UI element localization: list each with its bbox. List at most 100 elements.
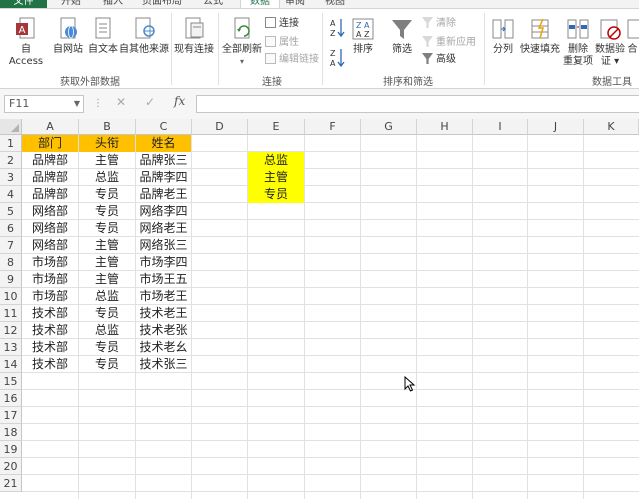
row-header-1[interactable]: 1	[0, 135, 22, 152]
table-cell[interactable]: 主管	[79, 271, 135, 288]
column-header-e[interactable]: E	[248, 119, 305, 135]
row-header-12[interactable]: 12	[0, 322, 22, 339]
table-cell[interactable]: 总监	[79, 322, 135, 339]
insert-function-button[interactable]: fx	[174, 94, 185, 108]
row-header-11[interactable]: 11	[0, 305, 22, 322]
tab-home[interactable]: 开始	[61, 0, 81, 8]
table-cell[interactable]: 品牌李四	[136, 169, 191, 186]
table-cell[interactable]: 主管	[79, 237, 135, 254]
existing-connections-button[interactable]: 现有连接	[172, 17, 216, 56]
row-header-15[interactable]: 15	[0, 373, 22, 390]
table-cell[interactable]: 技术老王	[136, 305, 191, 322]
clear-filter-button[interactable]: 清除	[422, 17, 456, 30]
column-header-d[interactable]: D	[192, 119, 248, 135]
tab-formulas[interactable]: 公式	[203, 0, 223, 8]
table-cell[interactable]: 网络部	[22, 203, 78, 220]
table-cell[interactable]: 市场老王	[136, 288, 191, 305]
row-header-9[interactable]: 9	[0, 271, 22, 288]
sort-button[interactable]: Z A A Z 排序	[349, 17, 377, 56]
from-text-button[interactable]: 自文本	[85, 17, 121, 56]
column-header-g[interactable]: G	[361, 119, 417, 135]
select-all-button[interactable]	[0, 119, 22, 135]
row-header-19[interactable]: 19	[0, 441, 22, 458]
row-header-8[interactable]: 8	[0, 254, 22, 271]
table-cell[interactable]: 技术部	[22, 322, 78, 339]
from-access-button[interactable]: A 自 Access	[3, 17, 49, 68]
row-header-20[interactable]: 20	[0, 458, 22, 475]
table-cell[interactable]: 总监	[79, 169, 135, 186]
table-cell[interactable]: 网络部	[22, 220, 78, 237]
table-cell[interactable]: 主管	[79, 152, 135, 169]
edit-links-button[interactable]: 编辑链接	[265, 53, 319, 66]
sort-za-button[interactable]: Z A	[328, 47, 348, 73]
row-header-18[interactable]: 18	[0, 424, 22, 441]
tab-insert[interactable]: 插入	[103, 0, 123, 8]
column-header-j[interactable]: J	[528, 119, 584, 135]
row-header-14[interactable]: 14	[0, 356, 22, 373]
column-header-h[interactable]: H	[417, 119, 473, 135]
refresh-all-button[interactable]: 全部刷新 ▾	[220, 17, 264, 68]
table-cell[interactable]: 网络张三	[136, 237, 191, 254]
row-header-10[interactable]: 10	[0, 288, 22, 305]
table-cell[interactable]: 市场王五	[136, 271, 191, 288]
reapply-button[interactable]: 重新应用	[422, 36, 476, 49]
table-cell[interactable]: 市场部	[22, 271, 78, 288]
table-cell[interactable]: 网络李四	[136, 203, 191, 220]
column-header-k[interactable]: K	[584, 119, 639, 135]
table-cell[interactable]: 主管	[79, 254, 135, 271]
table-cell[interactable]: 专员	[79, 220, 135, 237]
sort-az-button[interactable]: A Z	[328, 17, 348, 43]
column-header-b[interactable]: B	[79, 119, 136, 135]
title-list-cell[interactable]: 专员	[248, 186, 304, 203]
formula-input[interactable]	[196, 95, 639, 113]
table-cell[interactable]: 总监	[79, 288, 135, 305]
tab-data[interactable]: 数据	[240, 0, 280, 8]
table-header-cell[interactable]: 头衔	[79, 135, 135, 152]
advanced-filter-button[interactable]: 高级	[422, 53, 456, 66]
table-cell[interactable]: 专员	[79, 339, 135, 356]
table-header-cell[interactable]: 姓名	[136, 135, 191, 152]
table-cell[interactable]: 网络部	[22, 237, 78, 254]
tab-review[interactable]: 审阅	[285, 0, 305, 8]
row-header-7[interactable]: 7	[0, 237, 22, 254]
table-cell[interactable]: 市场部	[22, 288, 78, 305]
row-header-3[interactable]: 3	[0, 169, 22, 186]
column-header-a[interactable]: A	[22, 119, 79, 135]
table-cell[interactable]: 专员	[79, 186, 135, 203]
table-cell[interactable]: 技术部	[22, 339, 78, 356]
column-header-i[interactable]: I	[473, 119, 528, 135]
row-header-6[interactable]: 6	[0, 220, 22, 237]
table-cell[interactable]: 技术老张	[136, 322, 191, 339]
table-cell[interactable]: 品牌张三	[136, 152, 191, 169]
tab-view[interactable]: 视图	[325, 0, 345, 8]
column-header-c[interactable]: C	[136, 119, 192, 135]
title-list-cell[interactable]: 总监	[248, 152, 304, 169]
title-list-cell[interactable]: 主管	[248, 169, 304, 186]
enter-check-icon[interactable]: ✓	[145, 95, 155, 109]
table-cell[interactable]: 品牌老王	[136, 186, 191, 203]
tab-file[interactable]: 文件	[0, 0, 47, 8]
row-header-21[interactable]: 21	[0, 475, 22, 492]
table-cell[interactable]: 专员	[79, 305, 135, 322]
row-header-4[interactable]: 4	[0, 186, 22, 203]
text-to-columns-button[interactable]: 分列	[490, 17, 516, 56]
row-header-5[interactable]: 5	[0, 203, 22, 220]
tab-page-layout[interactable]: 页面布局	[142, 0, 182, 8]
filter-button[interactable]: 筛选	[388, 17, 416, 56]
table-cell[interactable]: 市场部	[22, 254, 78, 271]
row-header-17[interactable]: 17	[0, 407, 22, 424]
consolidate-button[interactable]: 合	[626, 17, 639, 56]
table-cell[interactable]: 网络老王	[136, 220, 191, 237]
name-box[interactable]: F11 ▼	[4, 95, 84, 113]
row-header-2[interactable]: 2	[0, 152, 22, 169]
table-cell[interactable]: 市场李四	[136, 254, 191, 271]
table-cell[interactable]: 品牌部	[22, 186, 78, 203]
table-cell[interactable]: 专员	[79, 356, 135, 373]
table-cell[interactable]: 技术部	[22, 356, 78, 373]
table-cell[interactable]: 品牌部	[22, 169, 78, 186]
from-other-sources-button[interactable]: 自其他来源	[117, 17, 171, 56]
cancel-icon[interactable]: ✕	[116, 95, 126, 109]
remove-duplicates-button[interactable]: 删除 重复项	[562, 17, 594, 68]
row-header-16[interactable]: 16	[0, 390, 22, 407]
from-web-button[interactable]: 自网站	[50, 17, 86, 56]
